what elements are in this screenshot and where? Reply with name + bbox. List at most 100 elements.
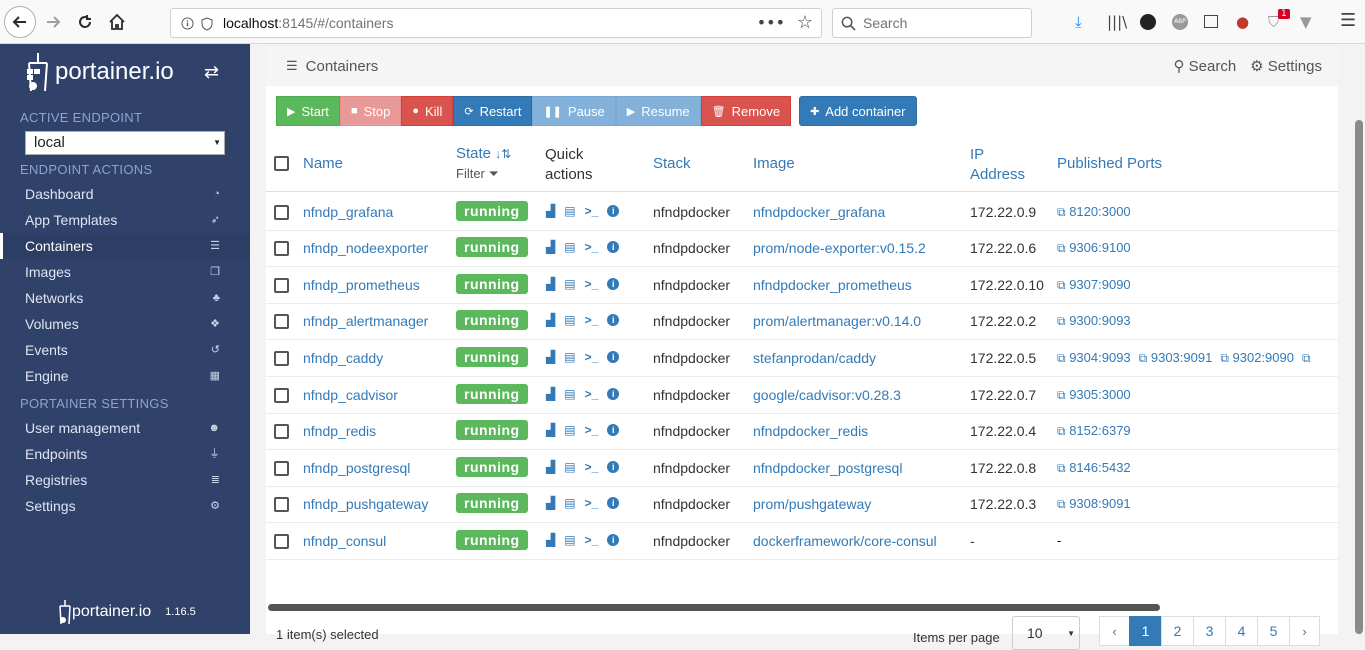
published-port-link[interactable]: ⧉ 9302:9090 xyxy=(1220,350,1294,365)
items-per-page-select[interactable]: 10 ▼ xyxy=(1012,616,1080,650)
swap-icon[interactable]: ⇄ xyxy=(204,62,219,83)
row-checkbox[interactable] xyxy=(274,351,289,366)
inspect-icon[interactable]: i xyxy=(607,205,620,217)
forward-button[interactable] xyxy=(38,7,68,37)
page-prev[interactable]: ‹ xyxy=(1099,616,1130,646)
stop-button[interactable]: ■ Stop xyxy=(339,96,402,126)
image-link[interactable]: prom/node-exporter:v0.15.2 xyxy=(753,240,926,256)
column-published-ports[interactable]: Published Ports xyxy=(1057,155,1162,172)
color-extension-icon[interactable] xyxy=(1140,14,1156,30)
page-3[interactable]: 3 xyxy=(1193,616,1226,646)
console-icon[interactable]: >_ xyxy=(585,277,599,291)
console-icon[interactable]: >_ xyxy=(585,496,599,510)
published-port-link[interactable]: ⧉ 9306:9100 xyxy=(1057,240,1131,255)
pause-button[interactable]: ❚❚ Pause xyxy=(532,96,616,126)
container-name-link[interactable]: nfndp_caddy xyxy=(303,350,383,366)
image-link[interactable]: nfndpdocker_postgresql xyxy=(753,460,902,476)
sidebar-item-networks[interactable]: Networks ♣ xyxy=(0,285,250,311)
sidebar-item-settings[interactable]: Settings ⚙ xyxy=(0,493,250,519)
stats-icon[interactable]: ▟ xyxy=(546,387,555,401)
sidebar-item-images[interactable]: Images ❐ xyxy=(0,259,250,285)
inspect-icon[interactable]: i xyxy=(607,278,620,290)
image-link[interactable]: stefanprodan/caddy xyxy=(753,350,876,366)
published-port-link[interactable]: ⧉ 8120:3000 xyxy=(1057,204,1131,219)
row-checkbox[interactable] xyxy=(274,314,289,329)
sidebar-item-events[interactable]: Events ↺ xyxy=(0,337,250,363)
page-5[interactable]: 5 xyxy=(1257,616,1290,646)
stats-icon[interactable]: ▟ xyxy=(546,533,555,547)
stats-icon[interactable]: ▟ xyxy=(546,423,555,437)
image-link[interactable]: nfndpdocker_prometheus xyxy=(753,277,912,293)
sidebar-item-volumes[interactable]: Volumes ❖ xyxy=(0,311,250,337)
stats-icon[interactable]: ▟ xyxy=(546,496,555,510)
sidebar-toggle-icon[interactable] xyxy=(1204,15,1218,28)
container-name-link[interactable]: nfndp_postgresql xyxy=(303,460,410,476)
image-link[interactable]: google/cadvisor:v0.28.3 xyxy=(753,387,901,403)
logs-icon[interactable]: ▤ xyxy=(564,240,575,254)
state-filter[interactable]: Filter ⏷ xyxy=(456,166,499,182)
published-port-link[interactable]: ⧉ 9307:9090 xyxy=(1057,277,1131,292)
page-1[interactable]: 1 xyxy=(1129,616,1162,646)
vpn-icon[interactable]: ▼ xyxy=(1300,13,1312,31)
column-name[interactable]: Name xyxy=(303,155,343,172)
logs-icon[interactable]: ▤ xyxy=(564,350,575,364)
settings-toggle[interactable]: ⚙ Settings xyxy=(1250,57,1322,75)
brand-logo[interactable]: portainer.io xyxy=(25,52,174,92)
stats-icon[interactable]: ▟ xyxy=(546,204,555,218)
inspect-icon[interactable]: i xyxy=(607,351,620,363)
published-port-link[interactable]: ⧉ 9303:9091 xyxy=(1139,350,1213,365)
row-checkbox[interactable] xyxy=(274,461,289,476)
inspect-icon[interactable]: i xyxy=(607,388,620,400)
container-name-link[interactable]: nfndp_grafana xyxy=(303,204,393,220)
published-port-link[interactable]: ⧉ 8146:5432 xyxy=(1057,460,1131,475)
console-icon[interactable]: >_ xyxy=(585,423,599,437)
restart-button[interactable]: ⟳ Restart xyxy=(453,96,533,126)
container-name-link[interactable]: nfndp_pushgateway xyxy=(303,496,428,512)
star-icon[interactable]: ☆ xyxy=(797,12,813,33)
sidebar-item-user-management[interactable]: User management ☻ xyxy=(0,415,250,441)
stats-icon[interactable]: ▟ xyxy=(546,460,555,474)
inspect-icon[interactable]: i xyxy=(607,497,620,509)
container-name-link[interactable]: nfndp_cadvisor xyxy=(303,387,398,403)
inspect-icon[interactable]: i xyxy=(607,241,620,253)
download-icon[interactable]: ⤓ xyxy=(1075,13,1082,31)
container-name-link[interactable]: nfndp_consul xyxy=(303,533,386,549)
row-checkbox[interactable] xyxy=(274,424,289,439)
logs-icon[interactable]: ▤ xyxy=(564,313,575,327)
search-toggle[interactable]: ⚲ Search xyxy=(1173,57,1236,75)
logs-icon[interactable]: ▤ xyxy=(564,496,575,510)
sidebar-item-registries[interactable]: Registries ≣ xyxy=(0,467,250,493)
sidebar-item-endpoints[interactable]: Endpoints ⏚ xyxy=(0,441,250,467)
page-4[interactable]: 4 xyxy=(1225,616,1258,646)
row-checkbox[interactable] xyxy=(274,497,289,512)
row-checkbox[interactable] xyxy=(274,241,289,256)
column-stack[interactable]: Stack xyxy=(653,155,691,172)
stats-icon[interactable]: ▟ xyxy=(546,240,555,254)
page-2[interactable]: 2 xyxy=(1161,616,1194,646)
image-link[interactable]: nfndpdocker_grafana xyxy=(753,204,885,220)
resume-button[interactable]: ▶ Resume xyxy=(615,96,701,126)
image-link[interactable]: prom/pushgateway xyxy=(753,496,871,512)
column-state[interactable]: State ↓⇅ xyxy=(456,145,511,162)
published-port-link[interactable]: ⧉ 9300:9093 xyxy=(1057,313,1131,328)
console-icon[interactable]: >_ xyxy=(585,313,599,327)
browser-search-input[interactable]: Search xyxy=(832,8,1032,38)
adblock-icon[interactable]: ABP xyxy=(1172,14,1188,30)
published-port-link[interactable]: ⧉ xyxy=(1302,350,1311,365)
console-icon[interactable]: >_ xyxy=(585,387,599,401)
published-port-link[interactable]: ⧉ 8152:6379 xyxy=(1057,423,1131,438)
console-icon[interactable]: >_ xyxy=(585,204,599,218)
container-name-link[interactable]: nfndp_prometheus xyxy=(303,277,420,293)
library-icon[interactable]: |||\ xyxy=(1107,13,1127,31)
sidebar-item-engine[interactable]: Engine ▦ xyxy=(0,363,250,389)
sidebar-item-app-templates[interactable]: App Templates ➶ xyxy=(0,207,250,233)
row-checkbox[interactable] xyxy=(274,205,289,220)
console-icon[interactable]: >_ xyxy=(585,240,599,254)
container-name-link[interactable]: nfndp_nodeexporter xyxy=(303,240,428,256)
logs-icon[interactable]: ▤ xyxy=(564,533,575,547)
console-icon[interactable]: >_ xyxy=(585,350,599,364)
logs-icon[interactable]: ▤ xyxy=(564,460,575,474)
stats-icon[interactable]: ▟ xyxy=(546,350,555,364)
container-name-link[interactable]: nfndp_redis xyxy=(303,423,376,439)
console-icon[interactable]: >_ xyxy=(585,533,599,547)
